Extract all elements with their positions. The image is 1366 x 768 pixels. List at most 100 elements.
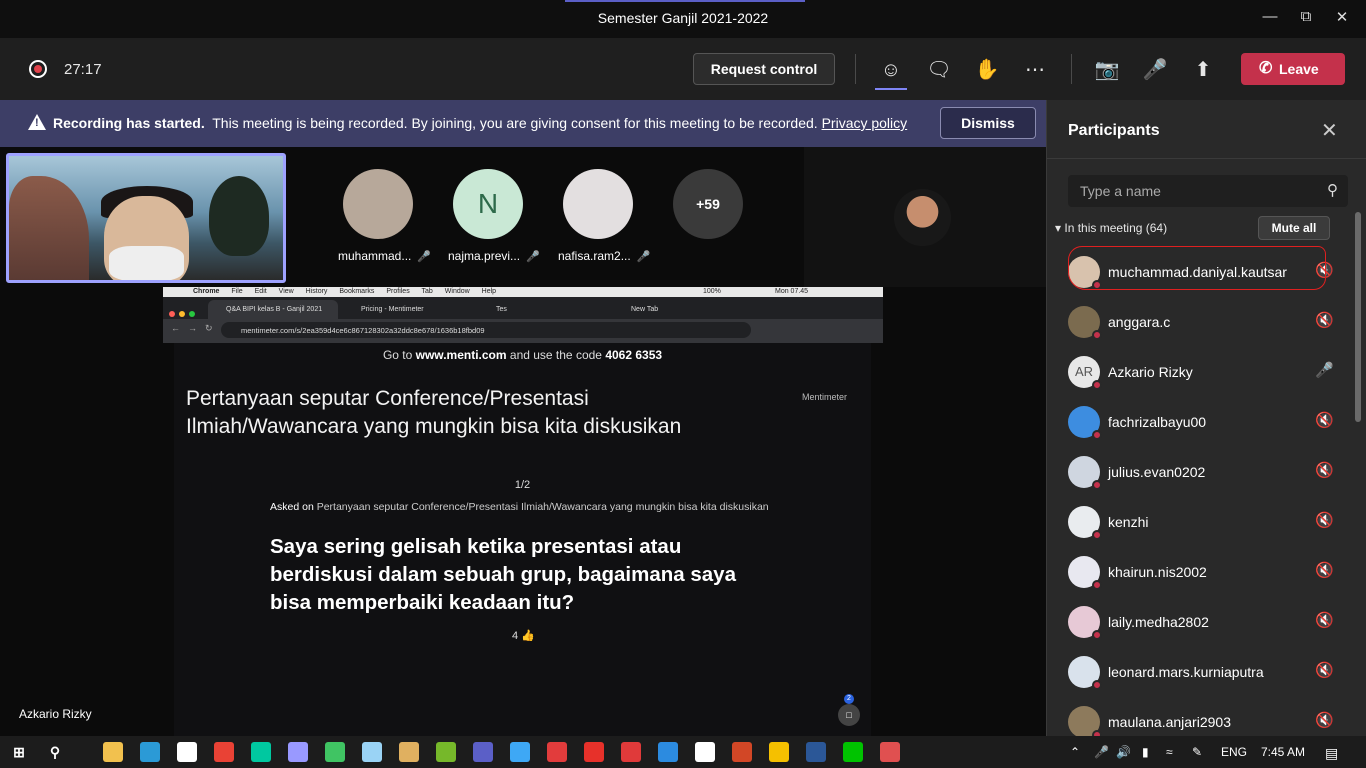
search-icon[interactable]: ⚲ (1327, 181, 1338, 199)
menu-item[interactable]: View (279, 288, 294, 295)
share-icon[interactable]: ⬆ (1189, 56, 1217, 84)
powerpoint-icon[interactable] (732, 742, 752, 762)
participant-tile[interactable]: muhammad... 🎤 (338, 169, 431, 263)
file-explorer-icon[interactable] (103, 742, 123, 762)
utorrent-icon[interactable] (436, 742, 456, 762)
chrome-icon[interactable] (214, 742, 234, 762)
mic-off-icon[interactable]: 🔇 (1315, 711, 1334, 729)
participant-name: anggara.c (1108, 314, 1171, 330)
mic-off-icon[interactable]: 🔇 (1315, 611, 1334, 629)
word-icon[interactable] (806, 742, 826, 762)
files-icon[interactable] (399, 742, 419, 762)
line-icon[interactable] (843, 742, 863, 762)
star-icon[interactable] (769, 742, 789, 762)
speaker-label: Azkario Rizky (19, 707, 92, 721)
menu-item[interactable]: Chrome (193, 288, 219, 295)
more-icon[interactable]: ⋯ (1021, 56, 1049, 84)
leave-button[interactable]: ✆ Leave (1241, 53, 1345, 85)
title-accent (565, 0, 805, 2)
browser-tab[interactable]: Pricing - Mentimeter (343, 300, 473, 319)
settings-icon[interactable] (695, 742, 715, 762)
slide-title: Pertanyaan seputar Conference/Presentasi… (186, 387, 682, 438)
menu-item[interactable]: Profiles (386, 288, 409, 295)
participant-row[interactable]: khairun.nis2002 🔇 (1047, 547, 1357, 597)
people-icon[interactable]: ☺ (875, 56, 907, 90)
wifi-icon[interactable]: ≈ (1166, 745, 1173, 759)
language-indicator[interactable]: ENG (1221, 745, 1247, 759)
notifications-icon[interactable]: ▤ (1325, 745, 1338, 762)
menu-item[interactable]: Edit (255, 288, 267, 295)
in-meeting-header[interactable]: ▾ In this meeting (64) (1055, 221, 1167, 235)
clock[interactable]: 7:45 AM (1261, 745, 1305, 759)
url-bar[interactable]: mentimeter.com/s/2ea359d4ce6c867128302a3… (221, 322, 751, 338)
cloud-icon[interactable] (510, 742, 530, 762)
mic-off-icon[interactable]: 🔇 (1315, 511, 1334, 529)
leave-label: Leave (1279, 61, 1319, 77)
scrollbar[interactable] (1355, 212, 1361, 422)
store-icon[interactable] (177, 742, 197, 762)
power-icon[interactable] (621, 742, 641, 762)
menu-item[interactable]: Bookmarks (339, 288, 374, 295)
mic-icon[interactable]: 🎤 (1094, 745, 1109, 759)
menu-item[interactable]: Help (482, 288, 496, 295)
participant-row[interactable]: julius.evan0202 🔇 (1047, 447, 1357, 497)
menu-item[interactable]: File (231, 288, 242, 295)
mic-icon[interactable]: 🎤 (1315, 361, 1334, 379)
volume-icon[interactable]: 🔊 (1116, 745, 1131, 759)
battery-icon[interactable]: ▮ (1142, 745, 1149, 759)
browser-tab[interactable]: Tes (478, 300, 608, 319)
search-icon[interactable]: ⚲ (45, 742, 65, 762)
participant-tile[interactable]: N najma.previ... 🎤 (448, 169, 540, 263)
request-control-button[interactable]: Request control (693, 53, 835, 85)
self-video-tile[interactable] (6, 153, 286, 283)
close-icon[interactable]: ✕ (1321, 118, 1338, 143)
chat-icon[interactable]: 🗨 (925, 56, 953, 84)
participant-row[interactable]: fachrizalbayu00 🔇 (1047, 397, 1357, 447)
more-participants[interactable]: +59 (668, 169, 748, 239)
reactions-icon[interactable]: ✋ (973, 56, 1001, 84)
chevron-up-icon[interactable]: ⌃ (1070, 745, 1080, 759)
pen-icon[interactable]: ✎ (1192, 745, 1202, 759)
ie-icon[interactable] (658, 742, 678, 762)
participant-row[interactable]: kenzhi 🔇 (1047, 497, 1357, 547)
camera-off-icon[interactable]: 📷 (1093, 56, 1121, 84)
audition-icon[interactable] (251, 742, 271, 762)
mic-off-icon[interactable]: 🔇 (1315, 311, 1334, 329)
mic-off-icon[interactable]: 🎤 (1141, 56, 1169, 84)
mute-all-button[interactable]: Mute all (1258, 216, 1330, 240)
app-red-icon[interactable] (547, 742, 567, 762)
speaker-video-tile[interactable] (804, 147, 1046, 287)
photos-icon[interactable] (880, 742, 900, 762)
minimize-icon[interactable]: — (1258, 8, 1282, 30)
mic-off-icon[interactable]: 🔇 (1315, 661, 1334, 679)
participant-row[interactable]: leonard.mars.kurniaputra 🔇 (1047, 647, 1357, 697)
browser-tab[interactable]: New Tab (613, 300, 743, 319)
mic-off-icon[interactable]: 🔇 (1315, 411, 1334, 429)
menu-item[interactable]: History (306, 288, 328, 295)
participant-row[interactable]: laily.medha2802 🔇 (1047, 597, 1357, 647)
edge-icon[interactable] (140, 742, 160, 762)
asked-on: Asked on Pertanyaan seputar Conference/P… (270, 501, 769, 513)
search-input[interactable]: Type a name ⚲ (1068, 175, 1348, 207)
dismiss-button[interactable]: Dismiss (940, 107, 1036, 139)
maps-icon[interactable] (325, 742, 345, 762)
browser-tab[interactable]: Q&A BIPI kelas B - Ganjil 2021 (208, 300, 338, 319)
slide-chat-icon[interactable]: □ 2 (838, 694, 860, 726)
premiere-icon[interactable] (288, 742, 308, 762)
menu-item[interactable]: Window (445, 288, 470, 295)
mic-off-icon[interactable]: 🔇 (1315, 461, 1334, 479)
windows-start-icon[interactable]: ⊞ (9, 742, 29, 762)
mic-off-icon[interactable]: 🔇 (1315, 561, 1334, 579)
close-icon[interactable]: ✕ (1330, 8, 1354, 30)
menu-item[interactable]: Tab (422, 288, 433, 295)
teams-icon[interactable] (473, 742, 493, 762)
privacy-policy-link[interactable]: Privacy policy (822, 115, 908, 131)
nav-buttons[interactable]: ←→↻ (171, 323, 221, 334)
title-bar: Semester Ganjil 2021-2022 — ⧉ ✕ (0, 0, 1366, 38)
acrobat-icon[interactable] (584, 742, 604, 762)
participant-row[interactable]: AR Azkario Rizky 🎤 (1047, 347, 1357, 397)
notepad-icon[interactable] (362, 742, 382, 762)
maximize-icon[interactable]: ⧉ (1294, 8, 1318, 30)
participant-tile[interactable]: nafisa.ram2... 🎤 (558, 169, 650, 263)
participant-row[interactable]: anggara.c 🔇 (1047, 297, 1357, 347)
